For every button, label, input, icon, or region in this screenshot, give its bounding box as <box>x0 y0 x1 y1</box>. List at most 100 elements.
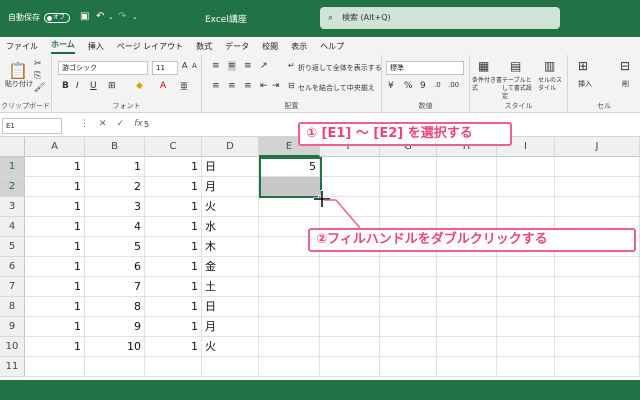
cell-g11[interactable] <box>380 357 437 377</box>
cell-e9[interactable] <box>259 317 320 337</box>
cell-d9[interactable]: 月 <box>202 317 259 337</box>
autosave-control[interactable]: 自動保存 オフ <box>8 12 70 23</box>
row-header-6[interactable]: 6 <box>0 257 25 277</box>
cell-d5[interactable]: 木 <box>202 237 259 257</box>
row-header-9[interactable]: 9 <box>0 317 25 337</box>
cell-e10[interactable] <box>259 337 320 357</box>
cell-h7[interactable] <box>437 277 497 297</box>
row-header-3[interactable]: 3 <box>0 197 25 217</box>
cell-c2[interactable]: 1 <box>145 177 202 197</box>
cell-h10[interactable] <box>437 337 497 357</box>
cell-j1[interactable] <box>555 157 640 177</box>
select-all-corner[interactable] <box>0 137 25 157</box>
cell-d6[interactable]: 金 <box>202 257 259 277</box>
cancel-icon[interactable]: ✕ <box>99 119 107 129</box>
cell-i6[interactable] <box>497 257 555 277</box>
row-header-5[interactable]: 5 <box>0 237 25 257</box>
merge-center-button[interactable]: セルを結合して中央揃え <box>298 83 375 93</box>
font-size-select[interactable]: 11 <box>152 61 178 75</box>
ribbon-tab-6[interactable]: 校閲 <box>262 41 278 52</box>
cell-c5[interactable]: 1 <box>145 237 202 257</box>
ribbon-tab-1[interactable]: ホーム <box>51 39 75 54</box>
column-header-a[interactable]: A <box>25 137 85 157</box>
column-header-d[interactable]: D <box>202 137 259 157</box>
cell-j11[interactable] <box>555 357 640 377</box>
cell-e11[interactable] <box>259 357 320 377</box>
cell-a7[interactable]: 1 <box>25 277 85 297</box>
paste-button[interactable]: 貼り付け <box>5 79 33 89</box>
align-bottom-icon[interactable]: ≡ <box>244 61 252 71</box>
cell-a9[interactable]: 1 <box>25 317 85 337</box>
cell-f10[interactable] <box>320 337 380 357</box>
cell-d4[interactable]: 水 <box>202 217 259 237</box>
name-box[interactable]: E1 <box>2 118 62 134</box>
cell-b8[interactable]: 8 <box>85 297 145 317</box>
cell-c11[interactable] <box>145 357 202 377</box>
phonetic-icon[interactable]: 亜 <box>180 81 188 92</box>
align-center-icon[interactable]: ≡ <box>228 81 236 91</box>
increase-decimal-icon[interactable]: .0 <box>434 81 441 89</box>
cell-c7[interactable]: 1 <box>145 277 202 297</box>
cell-j2[interactable] <box>555 177 640 197</box>
cell-b6[interactable]: 6 <box>85 257 145 277</box>
cell-h8[interactable] <box>437 297 497 317</box>
cell-b1[interactable]: 1 <box>85 157 145 177</box>
increase-font-icon[interactable]: A <box>182 61 187 70</box>
cell-d7[interactable]: 土 <box>202 277 259 297</box>
row-header-11[interactable]: 11 <box>0 357 25 377</box>
cell-g2[interactable] <box>380 177 437 197</box>
formula-input[interactable]: 5 <box>144 120 149 129</box>
bold-icon[interactable]: B <box>62 81 69 91</box>
cell-d8[interactable]: 日 <box>202 297 259 317</box>
paste-icon[interactable]: 📋 <box>8 61 28 80</box>
ribbon-tab-0[interactable]: ファイル <box>6 41 38 52</box>
cell-b11[interactable] <box>85 357 145 377</box>
align-top-icon[interactable]: ≡ <box>212 61 220 71</box>
cell-j7[interactable] <box>555 277 640 297</box>
cell-e8[interactable] <box>259 297 320 317</box>
cell-g1[interactable] <box>380 157 437 177</box>
cell-j8[interactable] <box>555 297 640 317</box>
fill-color-icon[interactable]: ◆ <box>136 81 143 91</box>
cell-h3[interactable] <box>437 197 497 217</box>
cell-f11[interactable] <box>320 357 380 377</box>
autosave-toggle[interactable]: オフ <box>44 12 70 23</box>
cell-i2[interactable] <box>497 177 555 197</box>
cell-f6[interactable] <box>320 257 380 277</box>
column-header-j[interactable]: J <box>555 137 640 157</box>
italic-icon[interactable]: I <box>76 81 79 91</box>
wrap-text-button[interactable]: 折り返して全体を表示する <box>298 63 382 73</box>
cell-h1[interactable] <box>437 157 497 177</box>
cell-c3[interactable]: 1 <box>145 197 202 217</box>
number-format-select[interactable]: 標準 <box>386 61 464 75</box>
cell-b5[interactable]: 5 <box>85 237 145 257</box>
cell-b10[interactable]: 10 <box>85 337 145 357</box>
cell-h6[interactable] <box>437 257 497 277</box>
cell-c6[interactable]: 1 <box>145 257 202 277</box>
outdent-icon[interactable]: ⇥ <box>272 81 280 91</box>
percent-style-icon[interactable]: % <box>404 81 413 91</box>
align-middle-icon[interactable]: ≡ <box>228 61 236 71</box>
ribbon-tab-3[interactable]: ページ レイアウト <box>117 41 183 52</box>
decrease-font-icon[interactable]: A <box>192 62 197 70</box>
cell-styles-button[interactable]: セルのスタイル <box>538 77 566 93</box>
cell-b4[interactable]: 4 <box>85 217 145 237</box>
enter-icon[interactable]: ✓ <box>117 119 125 129</box>
align-right-icon[interactable]: ≡ <box>244 81 252 91</box>
cell-j9[interactable] <box>555 317 640 337</box>
row-header-7[interactable]: 7 <box>0 277 25 297</box>
row-header-4[interactable]: 4 <box>0 217 25 237</box>
cell-j6[interactable] <box>555 257 640 277</box>
cell-a3[interactable]: 1 <box>25 197 85 217</box>
cell-d3[interactable]: 火 <box>202 197 259 217</box>
cell-j3[interactable] <box>555 197 640 217</box>
customize-toolbar-icon[interactable]: ⌄ <box>132 13 138 21</box>
cell-c10[interactable]: 1 <box>145 337 202 357</box>
cell-i8[interactable] <box>497 297 555 317</box>
cell-i10[interactable] <box>497 337 555 357</box>
column-header-b[interactable]: B <box>85 137 145 157</box>
align-left-icon[interactable]: ≡ <box>212 81 220 91</box>
ribbon-tab-5[interactable]: データ <box>225 41 249 52</box>
cell-c4[interactable]: 1 <box>145 217 202 237</box>
cut-icon[interactable]: ✂ <box>34 59 42 69</box>
